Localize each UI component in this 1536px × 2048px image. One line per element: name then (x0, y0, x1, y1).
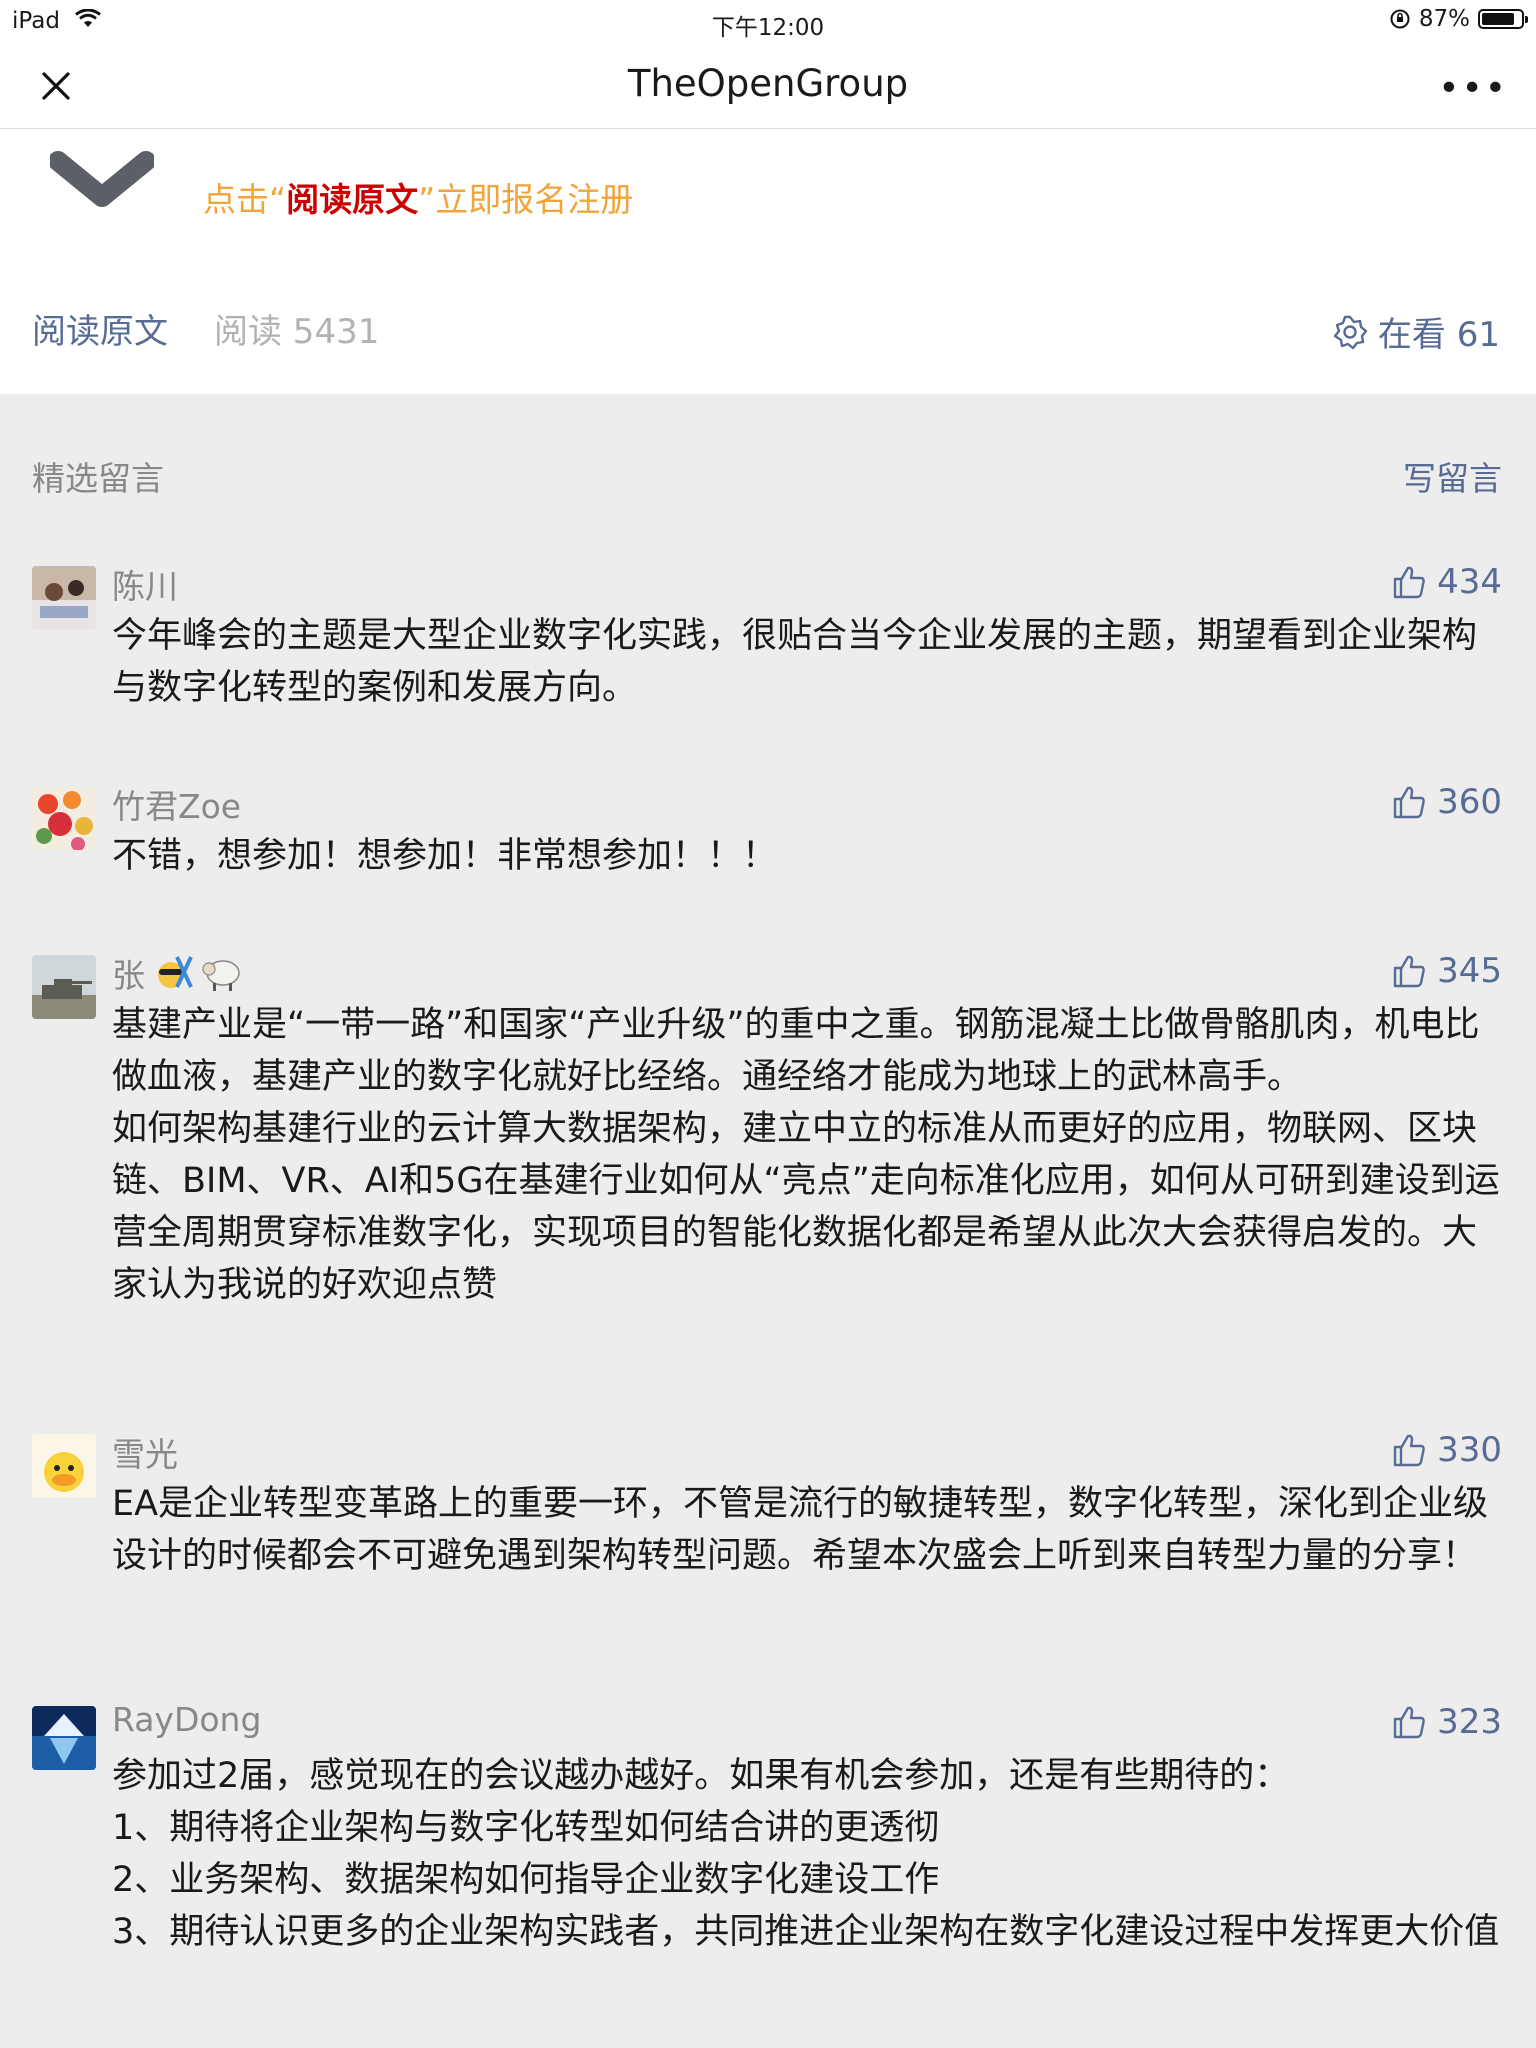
orientation-lock-icon (1390, 9, 1410, 29)
watching-button[interactable]: 在看 61 (1332, 307, 1500, 356)
featured-comments-title: 精选留言 (32, 459, 164, 498)
cool-emoji-icon (158, 956, 193, 988)
write-comment-button[interactable]: 写留言 (1403, 452, 1502, 500)
like-button[interactable]: 434 (1391, 562, 1502, 602)
thumbs-up-icon (1393, 566, 1425, 599)
watching-icon (1333, 315, 1368, 349)
thumbs-up-icon (1393, 1434, 1425, 1467)
avatar[interactable] (32, 1706, 96, 1770)
read-original-link[interactable]: 阅读原文 (32, 304, 168, 353)
comment-author: 陈川 (112, 567, 178, 606)
avatar[interactable] (32, 1434, 96, 1498)
cta-prefix: 点击“ (203, 180, 287, 219)
comment-text: EA是企业转型变革路上的重要一环，不管是流行的敏捷转型，数字化转型，深化到企业级… (112, 1484, 1489, 1576)
cta-suffix: ”立即报名注册 (418, 180, 634, 219)
more-icon[interactable]: ••• (1438, 68, 1508, 109)
comment-author-row: 张 (112, 949, 243, 997)
clock: 下午12:00 (711, 15, 825, 41)
cta-highlight: 阅读原文 (286, 180, 419, 219)
read-count: 阅读 5431 (214, 312, 380, 352)
comments-header: 精选留言 写留言 (0, 394, 1536, 504)
thumbs-up-icon (1393, 955, 1425, 988)
comment-author: 张 (112, 956, 145, 995)
thumbs-up-icon (1393, 1706, 1425, 1739)
battery-icon (1478, 9, 1528, 29)
sheep-emoji-icon (202, 960, 240, 991)
comment-author: 雪光 (112, 1435, 178, 1474)
watching-label: 在看 61 (1377, 315, 1500, 355)
avatar[interactable] (32, 566, 96, 630)
avatar[interactable] (32, 955, 96, 1019)
like-count: 360 (1437, 782, 1502, 822)
comment-text: 基建产业是“一带一路”和国家“产业升级”的重中之重。钢筋混凝土比做骨骼肌肉，机电… (112, 1005, 1500, 1305)
article-footer: 点击“阅读原文”立即报名注册 阅读原文 阅读 5431 在看 61 (0, 129, 1536, 394)
status-right: 87% (1389, 6, 1528, 32)
status-bar: iPad 下午12:00 87% (0, 0, 1536, 44)
thumbs-up-icon (1393, 786, 1425, 819)
like-count: 345 (1437, 951, 1502, 991)
page-title: TheOpenGroup (627, 62, 909, 105)
cta-text: 点击“阅读原文”立即报名注册 (203, 173, 633, 221)
nav-bar: TheOpenGroup ••• (0, 44, 1536, 129)
battery-percent: 87% (1418, 6, 1470, 32)
comment-text: 参加过2届，感觉现在的会议越办越好。如果有机会参加，还是有些期待的： 1、期待将… (112, 1756, 1500, 1952)
chevron-down-icon (50, 151, 154, 207)
comment-author: 竹君Zoe (112, 787, 242, 826)
avatar[interactable] (32, 786, 96, 850)
like-count: 330 (1437, 1430, 1502, 1470)
comment-text: 今年峰会的主题是大型企业数字化实践，很贴合当今企业发展的主题，期望看到企业架构与… (112, 616, 1478, 708)
like-button[interactable]: 345 (1391, 951, 1502, 991)
like-count: 323 (1437, 1702, 1502, 1742)
like-count: 434 (1437, 562, 1502, 602)
like-button[interactable]: 323 (1391, 1702, 1502, 1742)
like-button[interactable]: 360 (1391, 782, 1502, 822)
comment-author: RayDong (112, 1700, 262, 1739)
like-button[interactable]: 330 (1391, 1430, 1502, 1470)
comment-text: 不错，想参加！想参加！非常想参加！！！ (112, 836, 778, 876)
